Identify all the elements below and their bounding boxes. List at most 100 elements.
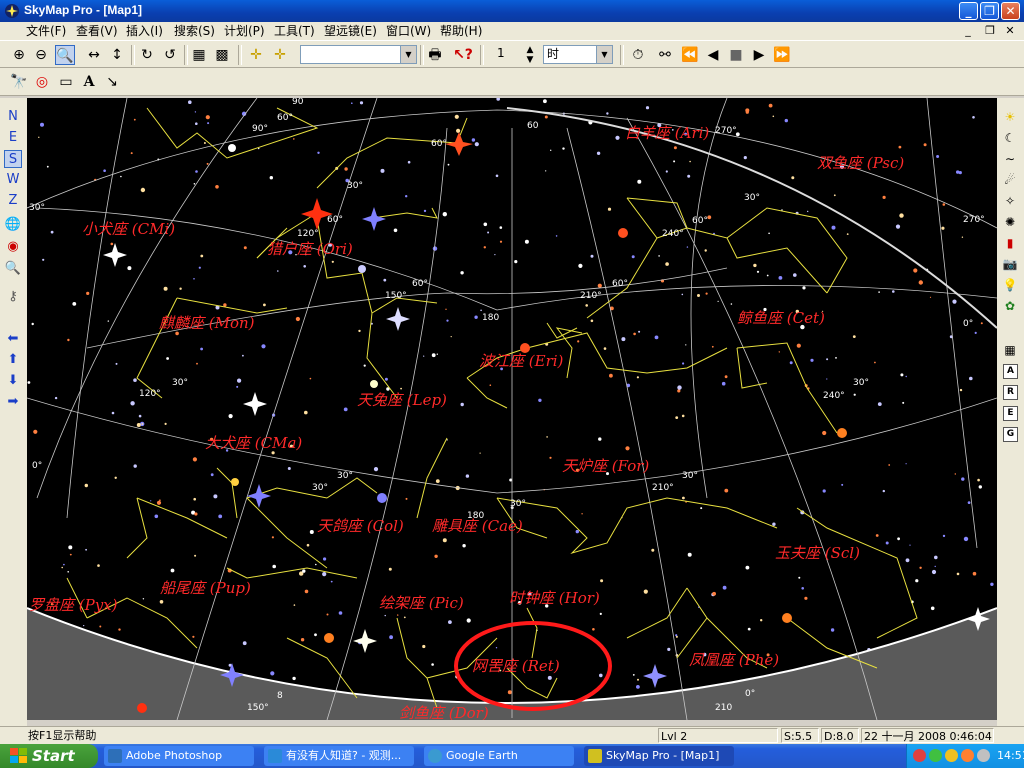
task-browser[interactable]: 有没有人知道? - 观测... <box>264 746 414 766</box>
menu-help[interactable]: 帮助(H) <box>440 23 482 39</box>
star-red-ground[interactable] <box>137 703 147 713</box>
star-ankaa[interactable] <box>782 613 792 623</box>
star-bellatrix[interactable] <box>362 207 386 231</box>
star-betelgeuse[interactable] <box>301 198 333 230</box>
constellation-label-col[interactable]: 天鸽座 (Col) <box>317 517 404 535</box>
menu-file[interactable]: 文件(F) <box>26 23 66 39</box>
star-wezen[interactable] <box>231 478 239 486</box>
constellation-label-ret[interactable]: 网罟座 (Ret) <box>472 657 560 675</box>
star-sirius[interactable] <box>243 392 267 416</box>
constellation-label-pic[interactable]: 绘架座 (Pic) <box>379 594 464 612</box>
target-icon[interactable]: ◎ <box>32 72 52 92</box>
tray-icon[interactable] <box>961 749 974 762</box>
constellation-label-pyx[interactable]: 罗盘座 (Pyx) <box>29 596 118 614</box>
constellation-label-pup[interactable]: 船尾座 (Pup) <box>160 579 251 597</box>
chevron-down-icon[interactable]: ▼ <box>400 46 416 63</box>
tray-icon[interactable] <box>945 749 958 762</box>
star-achernar[interactable] <box>643 664 667 688</box>
constellation-label-phe[interactable]: 凤凰座 (Phe) <box>689 651 779 669</box>
chart-icon[interactable]: ▮ <box>1001 234 1019 252</box>
constellation-label-ori[interactable]: 猎户座 (Ori) <box>267 240 353 258</box>
label-r-button[interactable]: R <box>1003 385 1018 400</box>
constellation-label-cma[interactable]: 大犬座 (CMa) <box>205 434 302 452</box>
constellation-label-lep[interactable]: 天兔座 (Lep) <box>357 391 447 409</box>
rotate-counterclockwise-icon[interactable]: ↺ <box>160 45 180 65</box>
zoom-out-icon[interactable]: ⊖ <box>31 45 51 65</box>
start-button[interactable]: Start <box>0 744 98 768</box>
rotate-clockwise-icon[interactable]: ↻ <box>137 45 157 65</box>
telescope-icon[interactable]: 🔭 <box>9 72 29 92</box>
step-forward-icon[interactable]: ▶ <box>749 45 769 65</box>
direction-zenith-button[interactable]: Z <box>4 192 22 210</box>
menu-search[interactable]: 搜索(S) <box>174 23 215 39</box>
close-button[interactable]: ✕ <box>1001 2 1020 20</box>
moon-icon[interactable]: ☾ <box>1001 129 1019 147</box>
doc-minimize-button[interactable]: _ <box>960 24 976 38</box>
object-combo[interactable]: ▼ <box>300 45 417 64</box>
comet-icon[interactable]: ☄ <box>1001 171 1019 189</box>
context-help-icon[interactable]: ↖? <box>453 45 473 65</box>
chevron-down-icon[interactable]: ▼ <box>596 46 612 63</box>
constellation-label-dor[interactable]: 剑鱼座 (Dor) <box>399 704 489 720</box>
constellation-label-mon[interactable]: 麒麟座 (Mon) <box>159 314 255 332</box>
fast-forward-icon[interactable]: ⏩ <box>772 45 792 65</box>
direction-north-button[interactable]: N <box>4 108 22 126</box>
time-unit-combo[interactable]: 时 ▼ <box>543 45 613 64</box>
arrow-right-icon[interactable]: ➡ <box>4 393 22 411</box>
sun-icon[interactable]: ☀ <box>1001 108 1019 126</box>
arrow-down-icon[interactable]: ⬇ <box>4 372 22 390</box>
text-tool-icon[interactable]: A <box>79 72 99 92</box>
grid-icon[interactable]: ▦ <box>189 45 209 65</box>
step-value[interactable]: 1 <box>494 45 520 64</box>
label-g-button[interactable]: G <box>1003 427 1018 442</box>
star-phact[interactable] <box>377 493 387 503</box>
line-tool-icon[interactable]: ↘ <box>102 72 122 92</box>
table-grid-icon[interactable]: ▦ <box>1001 341 1019 359</box>
constellation-label-cae[interactable]: 雕具座 (Cae) <box>432 517 523 535</box>
label-e-button[interactable]: E <box>1003 406 1018 421</box>
tray-clock[interactable]: 14:51 <box>997 749 1024 762</box>
step-spinner-icon[interactable]: ▲ ▼ <box>520 45 540 65</box>
star-procyon[interactable] <box>103 243 127 267</box>
star-alhena[interactable] <box>228 144 236 152</box>
tray-icon[interactable] <box>929 749 942 762</box>
star-menkar[interactable] <box>618 228 628 238</box>
sky-map-canvas[interactable]: 90 90° 60° 60 30° 120° 60° 30° 60° 150° … <box>27 98 997 720</box>
stop-icon[interactable]: ■ <box>726 45 746 65</box>
globe-icon[interactable]: 🌐 <box>4 216 22 234</box>
galaxy-icon[interactable]: ✺ <box>1001 213 1019 231</box>
direction-west-button[interactable]: W <box>4 171 22 189</box>
rectangle-icon[interactable]: ▭ <box>56 72 76 92</box>
direction-east-button[interactable]: E <box>4 129 22 147</box>
crosshair-icon[interactable]: ✛ <box>246 45 266 65</box>
magnifier-icon[interactable]: 🔍 <box>4 260 22 278</box>
constellation-label-cmi[interactable]: 小犬座 (CMi) <box>82 220 175 238</box>
tray-icon[interactable] <box>977 749 990 762</box>
menu-view[interactable]: 查看(V) <box>76 23 118 39</box>
menu-window[interactable]: 窗口(W) <box>386 23 431 39</box>
clock-icon[interactable]: ⏱ <box>628 45 648 65</box>
zoom-in-icon[interactable]: ⊕ <box>9 45 29 65</box>
star-rigel[interactable] <box>386 307 410 331</box>
step-back-icon[interactable]: ◀ <box>703 45 723 65</box>
zoom-window-icon[interactable]: 🔍 <box>55 45 75 65</box>
doc-close-button[interactable]: ✕ <box>1002 24 1018 38</box>
constellation-label-hor[interactable]: 时钟座 (Hor) <box>509 589 600 607</box>
task-google-earth[interactable]: Google Earth <box>424 746 574 766</box>
star-diphda[interactable] <box>837 428 847 438</box>
key-icon[interactable]: ⚷ <box>4 288 22 306</box>
doc-restore-button[interactable]: ❐ <box>982 24 998 38</box>
arrow-left-icon[interactable]: ⬅ <box>4 330 22 348</box>
direction-south-button[interactable]: S <box>4 150 22 168</box>
print-icon[interactable]: 🖶 <box>425 45 445 65</box>
colors-icon[interactable]: ✿ <box>1001 297 1019 315</box>
star-mintaka[interactable] <box>358 265 366 273</box>
constellation-label-for[interactable]: 天炉座 (For) <box>562 457 649 475</box>
compass-icon[interactable]: ◉ <box>4 238 22 256</box>
star-orange-south[interactable] <box>324 633 334 643</box>
menu-insert[interactable]: 插入(I) <box>126 23 163 39</box>
label-a-button[interactable]: A <box>1003 364 1018 379</box>
grid-alt-icon[interactable]: ▩ <box>212 45 232 65</box>
fast-rewind-icon[interactable]: ⏪ <box>680 45 700 65</box>
milky-way-icon[interactable]: ∼ <box>1001 150 1019 168</box>
